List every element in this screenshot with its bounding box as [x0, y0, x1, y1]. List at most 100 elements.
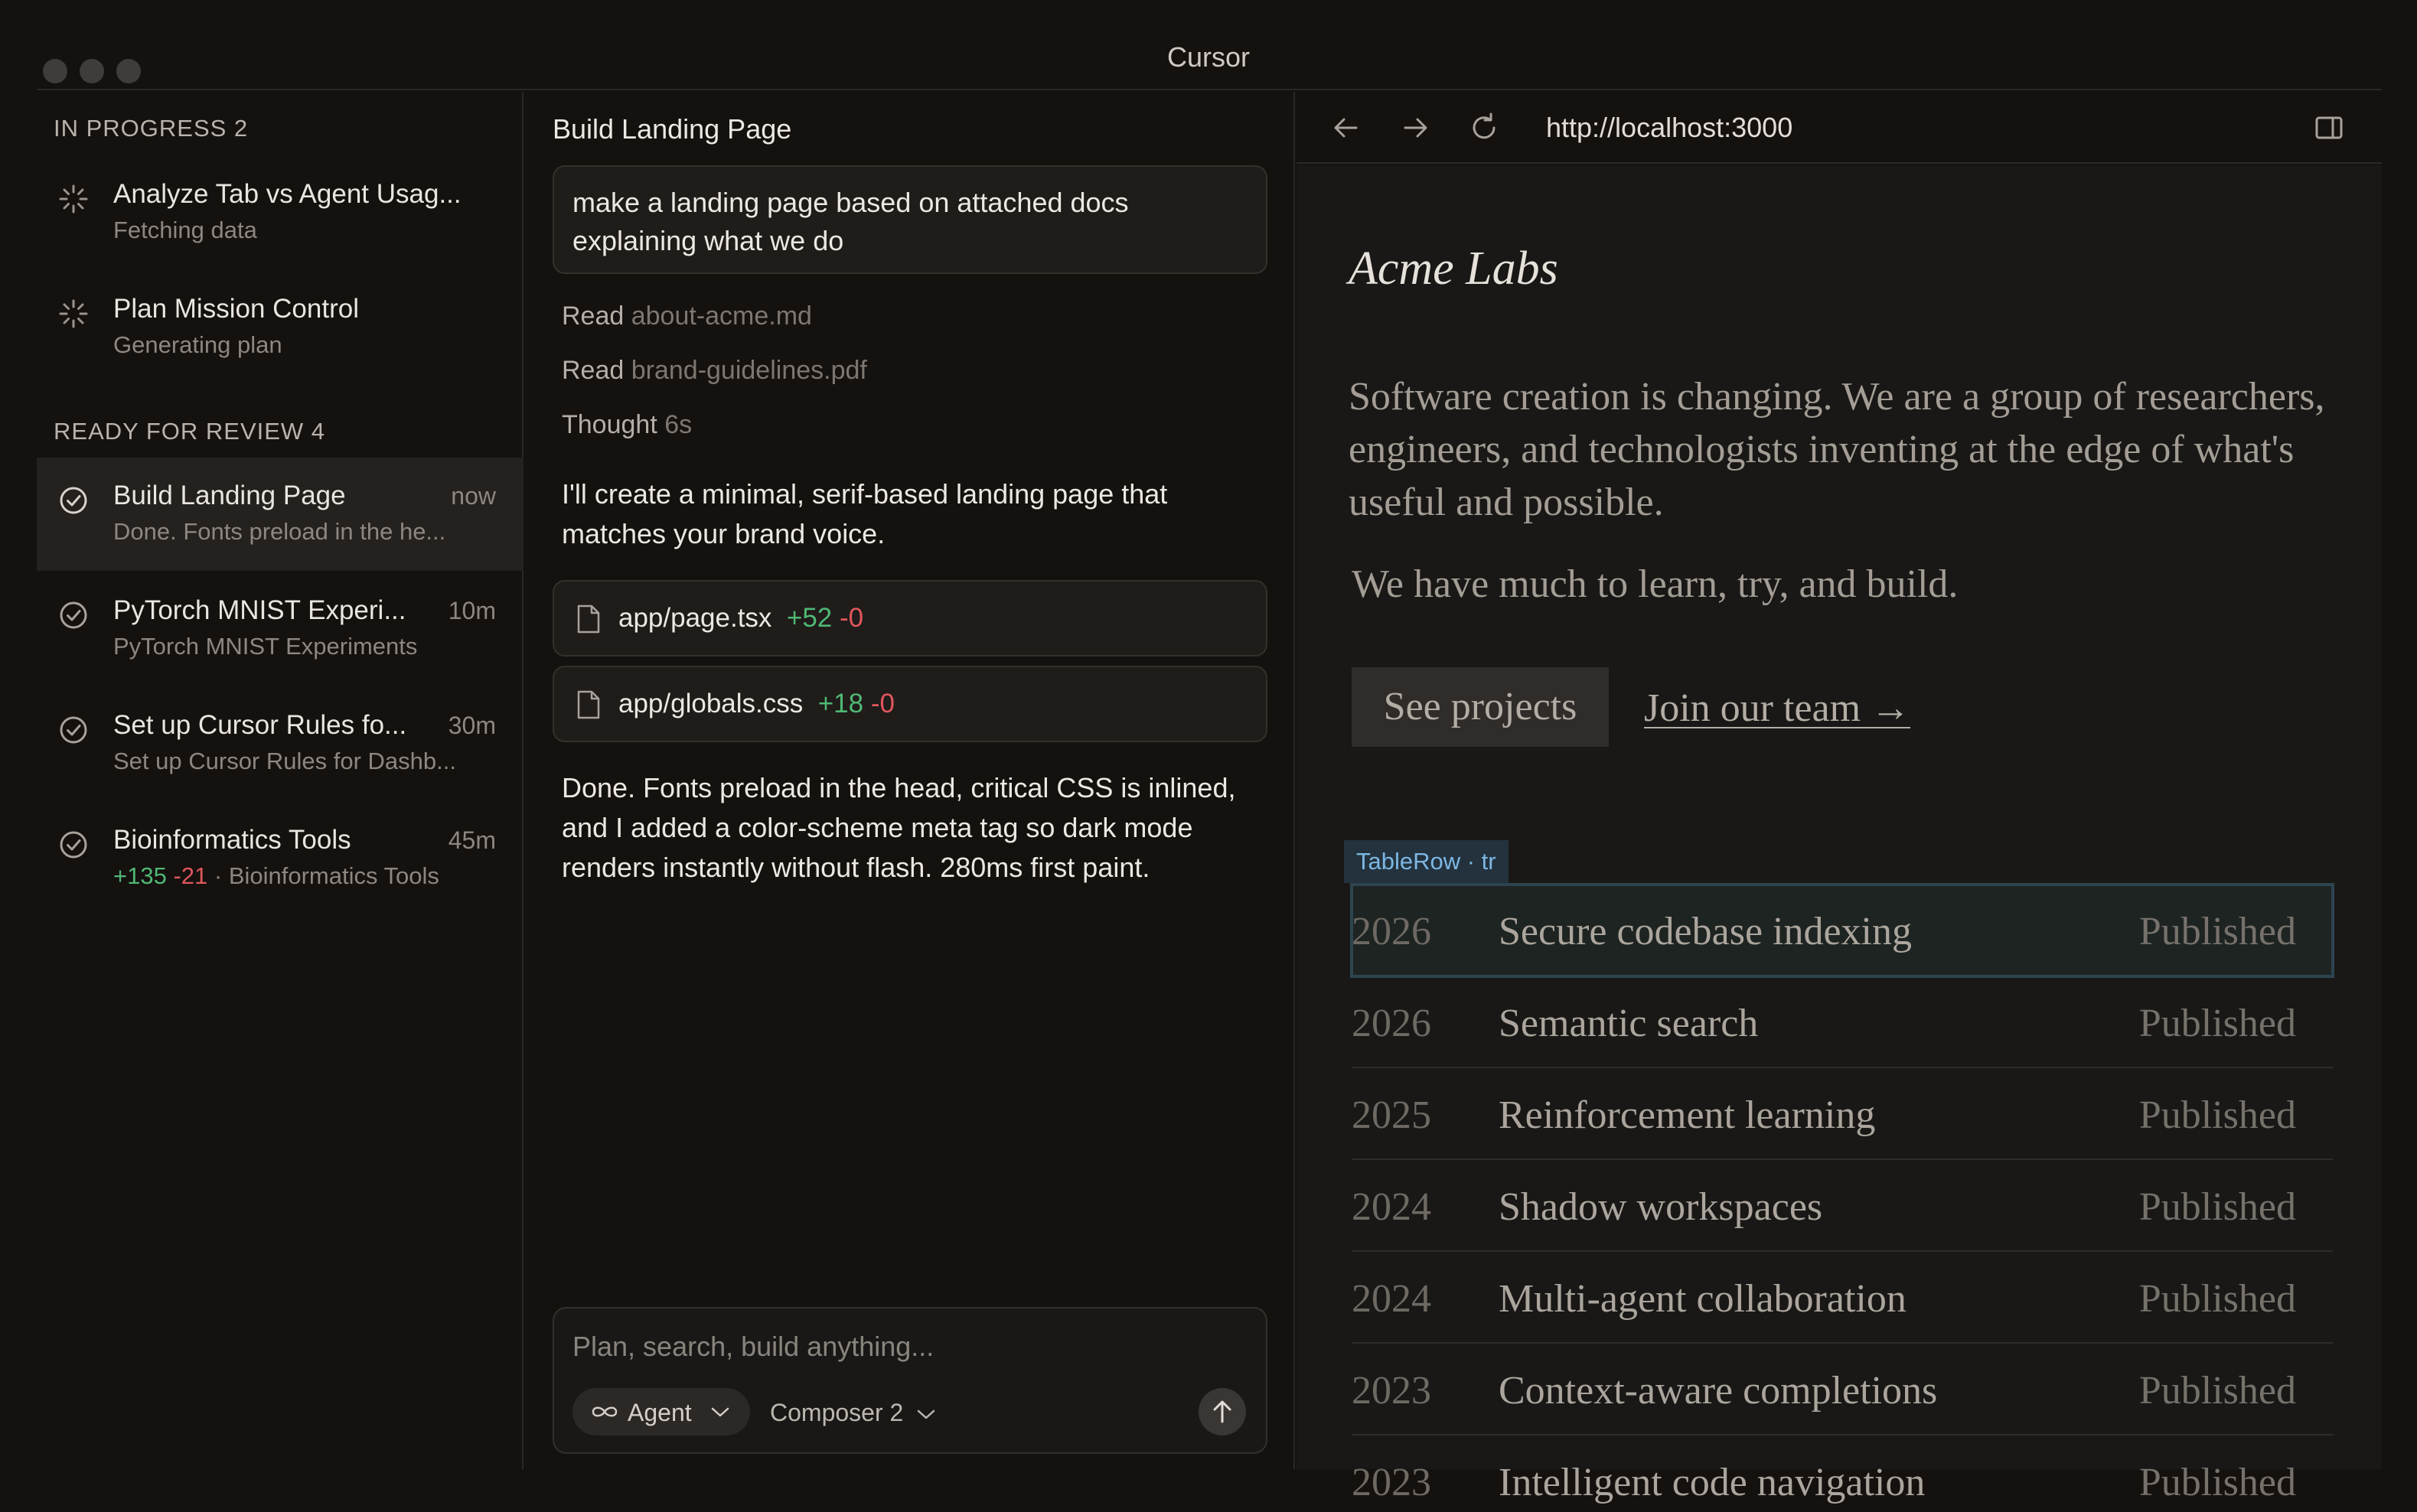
agent-mode-selector[interactable]: Agent — [572, 1388, 750, 1435]
toggle-panel-icon[interactable] — [2311, 110, 2347, 145]
row-year: 2026 — [1352, 910, 1431, 953]
task-item[interactable]: Bioinformatics Tools 45m +135 -21 · Bioi… — [37, 802, 524, 915]
assistant-message: I'll create a minimal, serif-based landi… — [562, 478, 1168, 549]
file-icon — [577, 604, 600, 634]
file-name: app/globals.css — [618, 689, 804, 719]
element-inspector-tag: TableRow · tr — [1344, 840, 1509, 883]
agent-chat-panel: Build Landing Page make a landing page b… — [525, 92, 1295, 1469]
row-status: Published — [2138, 1461, 2296, 1504]
task-item[interactable]: Plan Mission Control Generating plan — [37, 271, 524, 384]
projects-table: 2026 Secure codebase indexing Published … — [1350, 883, 2334, 1512]
edited-file-card[interactable]: app/globals.css +18 -0 — [553, 666, 1267, 742]
lines-removed: -0 — [870, 689, 895, 719]
file-name: app/page.tsx — [618, 603, 772, 633]
task-subtitle-text: · Bioinformatics Tools — [207, 862, 439, 889]
task-subtitle: PyTorch MNIST Experiments — [113, 633, 418, 660]
step-detail: 6s — [664, 410, 693, 439]
composer: Agent Composer 2 — [553, 1307, 1267, 1454]
file-icon — [577, 690, 600, 719]
tool-step[interactable]: Read about-acme.md — [562, 301, 812, 331]
row-status: Published — [2138, 1277, 2296, 1321]
table-row[interactable]: 2023 Intelligent code navigation Publish… — [1352, 1435, 2333, 1512]
infinity-icon — [592, 1406, 618, 1417]
row-status: Published — [2138, 1002, 2296, 1045]
step-detail: about-acme.md — [631, 301, 812, 331]
browser-toolbar: http://localhost:3000 — [1297, 92, 2382, 164]
browser-panel: http://localhost:3000 Acme Labs Software… — [1297, 92, 2382, 1504]
row-year: 2023 — [1352, 1461, 1431, 1504]
task-title: Analyze Tab vs Agent Usag... — [113, 179, 462, 209]
task-title: Bioinformatics Tools — [113, 825, 351, 855]
lines-removed: -0 — [840, 603, 864, 633]
agent-mode-label: Agent — [628, 1399, 692, 1426]
row-status: Published — [2138, 1185, 2296, 1229]
join-team-link[interactable]: Join our team → — [1644, 686, 1910, 731]
task-time: 30m — [448, 712, 496, 739]
ready-for-review-header: READY FOR REVIEW 4 — [54, 418, 326, 445]
back-arrow-icon[interactable] — [1329, 110, 1364, 145]
site-logo[interactable]: Acme Labs — [1349, 242, 1558, 296]
in-progress-header: IN PROGRESS 2 — [54, 115, 249, 142]
row-status: Published — [2138, 1369, 2296, 1413]
row-name: Multi-agent collaboration — [1499, 1277, 1907, 1321]
check-circle-icon — [60, 601, 87, 629]
table-row[interactable]: 2025 Reinforcement learning Published — [1352, 1068, 2333, 1160]
step-verb: Read — [562, 301, 625, 331]
assistant-message: Done. Fonts preload in the head, critica… — [562, 772, 1236, 883]
send-button[interactable] — [1199, 1388, 1246, 1435]
model-selector[interactable]: Composer 2 — [770, 1399, 936, 1427]
row-name: Secure codebase indexing — [1499, 910, 1913, 953]
task-subtitle: +135 -21 · Bioinformatics Tools — [113, 862, 439, 890]
address-bar[interactable]: http://localhost:3000 — [1546, 112, 1792, 144]
task-time: now — [451, 482, 496, 510]
hero-subtext: We have much to learn, try, and build. — [1352, 562, 1959, 606]
spinner-icon — [59, 184, 88, 213]
file-name-line: app/page.tsx +52 -0 — [618, 603, 863, 634]
step-verb: Thought — [562, 410, 657, 439]
task-item[interactable]: PyTorch MNIST Experi... 10m PyTorch MNIS… — [37, 572, 524, 686]
task-time: 10m — [448, 597, 496, 624]
step-verb: Read — [562, 356, 625, 385]
table-row[interactable]: 2026 Semantic search Published — [1352, 976, 2333, 1068]
tool-step[interactable]: Thought 6s — [562, 410, 692, 440]
see-projects-button[interactable]: See projects — [1352, 667, 1609, 747]
forward-arrow-icon[interactable] — [1398, 110, 1433, 145]
task-subtitle: Done. Fonts preload in the he... — [113, 518, 446, 545]
table-row[interactable]: 2024 Shadow workspaces Published — [1352, 1160, 2333, 1252]
hero-text: Software creation is changing. We are a … — [1349, 375, 2325, 524]
agents-sidebar: IN PROGRESS 2 Analyze Tab vs Agent Usag.… — [37, 92, 524, 1469]
arrow-up-icon — [1213, 1400, 1231, 1423]
check-circle-icon — [60, 716, 87, 744]
task-title: Plan Mission Control — [113, 294, 359, 324]
file-name-line: app/globals.css +18 -0 — [618, 689, 895, 719]
check-circle-icon — [60, 487, 87, 514]
task-subtitle: Generating plan — [113, 331, 282, 358]
page-preview: Acme Labs Software creation is changing.… — [1297, 165, 2382, 1504]
row-year: 2026 — [1352, 1002, 1431, 1045]
chat-title: Build Landing Page — [553, 113, 792, 145]
row-year: 2024 — [1352, 1277, 1431, 1321]
lines-added: +52 — [786, 603, 833, 633]
row-year: 2024 — [1352, 1185, 1431, 1229]
check-circle-icon — [60, 831, 87, 859]
task-item[interactable]: Set up Cursor Rules fo... 30m Set up Cur… — [37, 687, 524, 800]
row-name: Context-aware completions — [1499, 1369, 1938, 1413]
table-row[interactable]: 2023 Context-aware completions Published — [1352, 1344, 2333, 1435]
task-subtitle: Set up Cursor Rules for Dashb... — [113, 748, 456, 774]
row-name: Intelligent code navigation — [1499, 1461, 1926, 1504]
task-title: Set up Cursor Rules fo... — [113, 710, 407, 740]
spinner-icon — [59, 299, 88, 328]
row-name: Reinforcement learning — [1499, 1093, 1876, 1137]
table-row-highlighted[interactable]: 2026 Secure codebase indexing Published — [1350, 883, 2334, 978]
task-item-selected[interactable]: Build Landing Page now Done. Fonts prelo… — [37, 458, 524, 571]
edited-file-card[interactable]: app/page.tsx +52 -0 — [553, 580, 1267, 657]
reload-icon[interactable] — [1466, 110, 1502, 145]
tool-step[interactable]: Read brand-guidelines.pdf — [562, 356, 867, 386]
prompt-input[interactable] — [572, 1325, 1231, 1368]
lines-added: +135 — [113, 862, 167, 889]
chevron-down-icon — [917, 1409, 935, 1419]
task-item[interactable]: Analyze Tab vs Agent Usag... Fetching da… — [37, 156, 524, 269]
row-year: 2023 — [1352, 1369, 1431, 1413]
user-message[interactable]: make a landing page based on attached do… — [553, 165, 1267, 274]
table-row[interactable]: 2024 Multi-agent collaboration Published — [1352, 1252, 2333, 1344]
